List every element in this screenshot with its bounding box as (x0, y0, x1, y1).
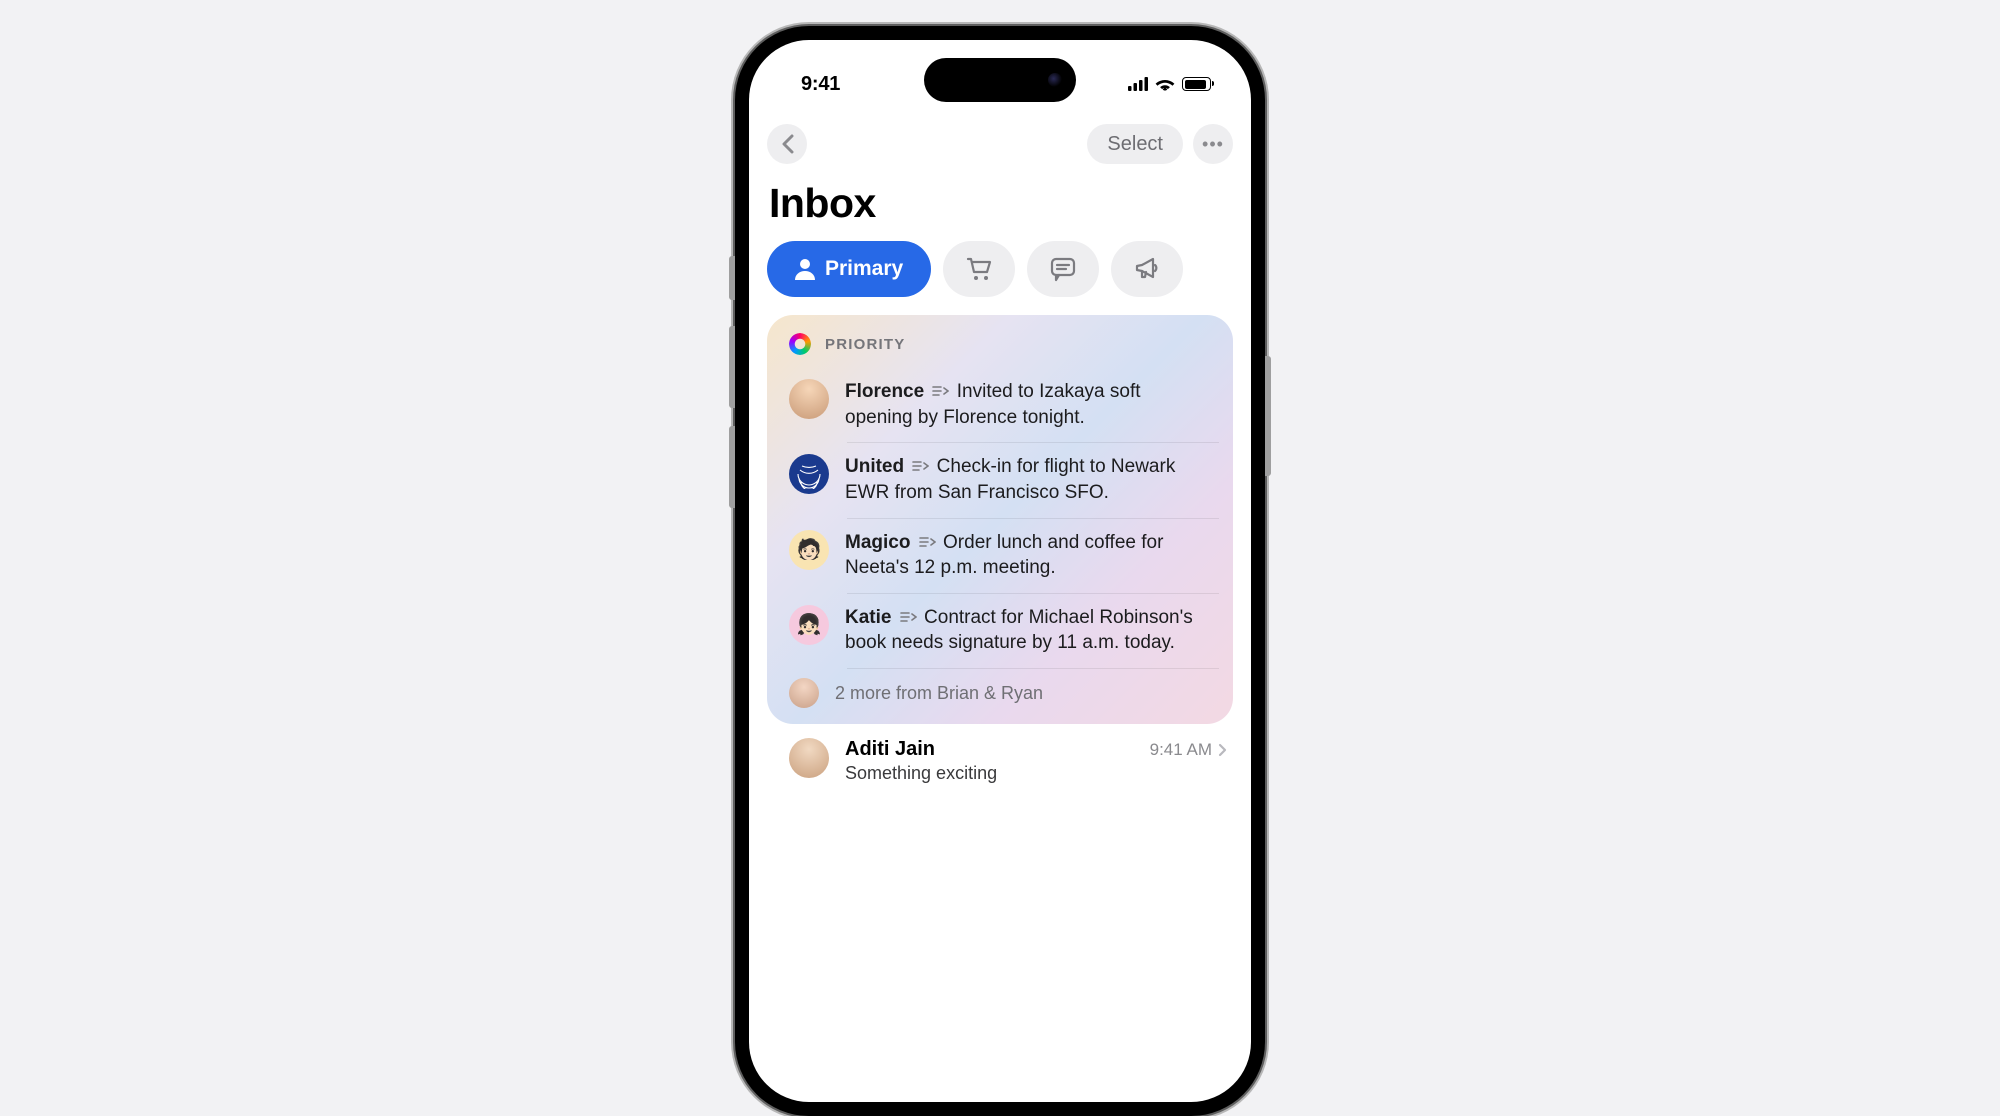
chevron-right-icon (1218, 743, 1227, 757)
dynamic-island (924, 58, 1076, 102)
message-time: 9:41 AM (1150, 740, 1227, 760)
summary-icon (918, 535, 936, 549)
tab-updates[interactable] (1027, 241, 1099, 297)
tab-primary[interactable]: Primary (767, 241, 931, 297)
avatar (789, 738, 829, 778)
cart-icon (965, 256, 993, 282)
page-title: Inbox (769, 180, 1233, 227)
chat-icon (1049, 256, 1077, 282)
priority-item[interactable]: Florence Invited to Izakaya soft opening… (767, 367, 1233, 442)
select-label: Select (1107, 133, 1163, 156)
wifi-icon (1155, 77, 1175, 91)
priority-section: PRIORITY Florence Invited to Izakaya sof… (767, 315, 1233, 724)
nav-bar: Select ••• (767, 118, 1233, 170)
select-button[interactable]: Select (1087, 124, 1183, 164)
priority-header: PRIORITY (767, 333, 1233, 367)
avatar (789, 379, 829, 419)
priority-item[interactable]: 🧑🏻 Magico Order lunch and coffee for Nee… (767, 518, 1233, 593)
back-button[interactable] (767, 124, 807, 164)
sender-name: Aditi Jain (845, 738, 935, 761)
person-icon (795, 258, 815, 280)
inbox-item[interactable]: Aditi Jain 9:41 AM Something exciting (767, 724, 1233, 784)
united-logo-icon (794, 459, 824, 489)
priority-item[interactable]: 👧🏻 Katie Contract for Michael Robinson's… (767, 593, 1233, 668)
priority-item-text: Florence Invited to Izakaya soft opening… (845, 379, 1211, 430)
summary-icon (899, 610, 917, 624)
summary-icon (931, 384, 949, 398)
priority-more-label: 2 more from Brian & Ryan (835, 683, 1043, 704)
apple-intelligence-icon (789, 333, 811, 355)
tab-primary-label: Primary (825, 257, 903, 281)
iphone-frame: 9:41 Select ••• (735, 26, 1265, 1116)
sender-name: Katie (845, 607, 891, 628)
priority-label: PRIORITY (825, 336, 905, 353)
tab-promotions[interactable] (1111, 241, 1183, 297)
avatar (789, 454, 829, 494)
category-tabs: Primary (767, 241, 1233, 297)
megaphone-icon (1133, 256, 1161, 282)
sender-name: Florence (845, 381, 924, 402)
priority-item-text: Magico Order lunch and coffee for Neeta'… (845, 530, 1211, 581)
avatar: 🧑🏻 (789, 530, 829, 570)
avatar (789, 678, 819, 708)
sender-name: Magico (845, 532, 910, 553)
chevron-left-icon (780, 134, 794, 154)
battery-icon (1182, 77, 1211, 91)
front-camera (1048, 73, 1062, 87)
ellipsis-icon: ••• (1202, 134, 1224, 155)
more-button[interactable]: ••• (1193, 124, 1233, 164)
priority-item-text: Katie Contract for Michael Robinson's bo… (845, 605, 1211, 656)
priority-item[interactable]: United Check-in for flight to Newark EWR… (767, 442, 1233, 517)
sender-name: United (845, 456, 904, 477)
avatar: 👧🏻 (789, 605, 829, 645)
priority-more[interactable]: 2 more from Brian & Ryan (767, 668, 1233, 710)
summary-icon (911, 459, 929, 473)
priority-item-text: United Check-in for flight to Newark EWR… (845, 454, 1211, 505)
status-time: 9:41 (801, 73, 840, 96)
tab-transactions[interactable] (943, 241, 1015, 297)
cellular-icon (1128, 77, 1148, 91)
screen: 9:41 Select ••• (749, 40, 1251, 1102)
message-subject: Something exciting (845, 763, 1227, 784)
summary-text: Contract for Michael Robinson's book nee… (845, 607, 1193, 654)
